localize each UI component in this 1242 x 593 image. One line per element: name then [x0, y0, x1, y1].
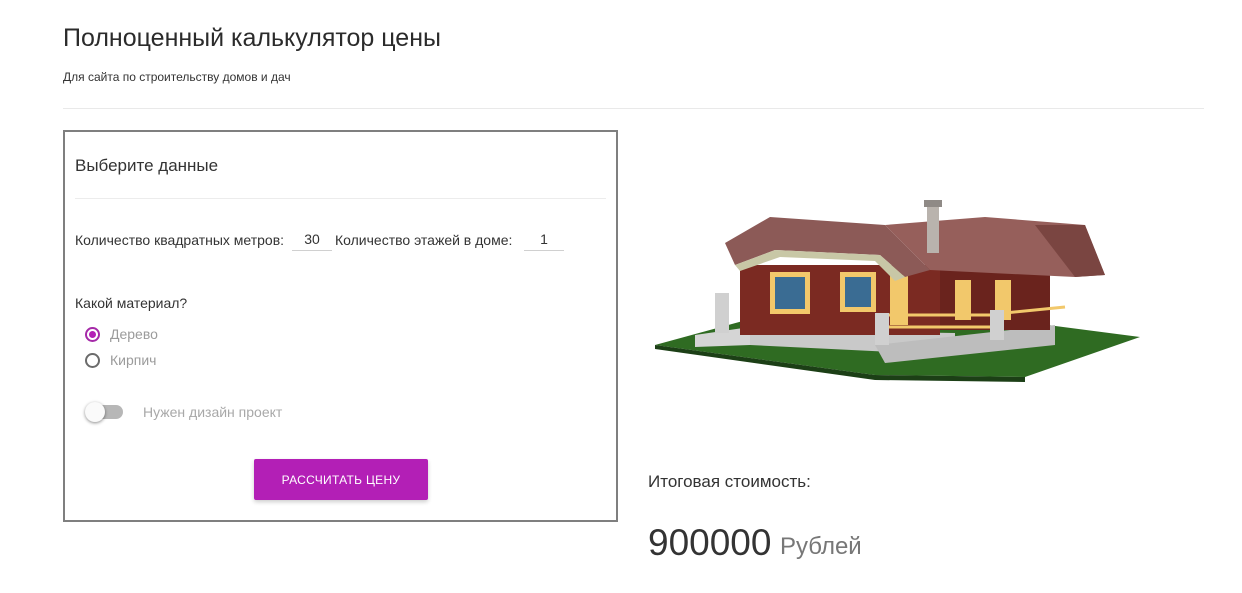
calculator-form-card: Выберите данные Количество квадратных ме…: [63, 130, 618, 522]
material-option-label: Кирпич: [110, 352, 157, 368]
calculate-price-button[interactable]: РАССЧИТАТЬ ЦЕНУ: [254, 459, 428, 500]
material-option-label: Дерево: [110, 326, 158, 342]
house-image: [655, 200, 1140, 382]
floors-input[interactable]: [524, 227, 564, 251]
area-input[interactable]: [292, 227, 332, 251]
material-question: Какой материал?: [75, 295, 188, 311]
total-cost-value: 900000: [648, 522, 772, 563]
page-subtitle: Для сайта по строительству домов и дач: [63, 70, 291, 84]
toggle-switch-icon[interactable]: [85, 402, 123, 422]
radio-unchecked-icon[interactable]: [85, 352, 100, 368]
total-cost-currency: Рублей: [780, 533, 862, 560]
material-option-wood[interactable]: Дерево: [85, 326, 158, 342]
page-title: Полноценный калькулятор цены: [63, 24, 441, 52]
area-label: Количество квадратных метров:: [75, 232, 285, 248]
floors-label: Количество этажей в доме:: [335, 232, 513, 248]
design-project-label: Нужен дизайн проект: [143, 404, 283, 420]
material-option-brick[interactable]: Кирпич: [85, 352, 156, 368]
header-divider: [63, 108, 1204, 109]
form-divider: [75, 198, 606, 199]
total-cost-label: Итоговая стоимость:: [648, 472, 811, 491]
radio-checked-icon[interactable]: [85, 326, 100, 342]
toggle-knob: [85, 402, 105, 422]
design-project-toggle[interactable]: Нужен дизайн проект: [85, 402, 283, 422]
form-title: Выберите данные: [75, 156, 219, 175]
